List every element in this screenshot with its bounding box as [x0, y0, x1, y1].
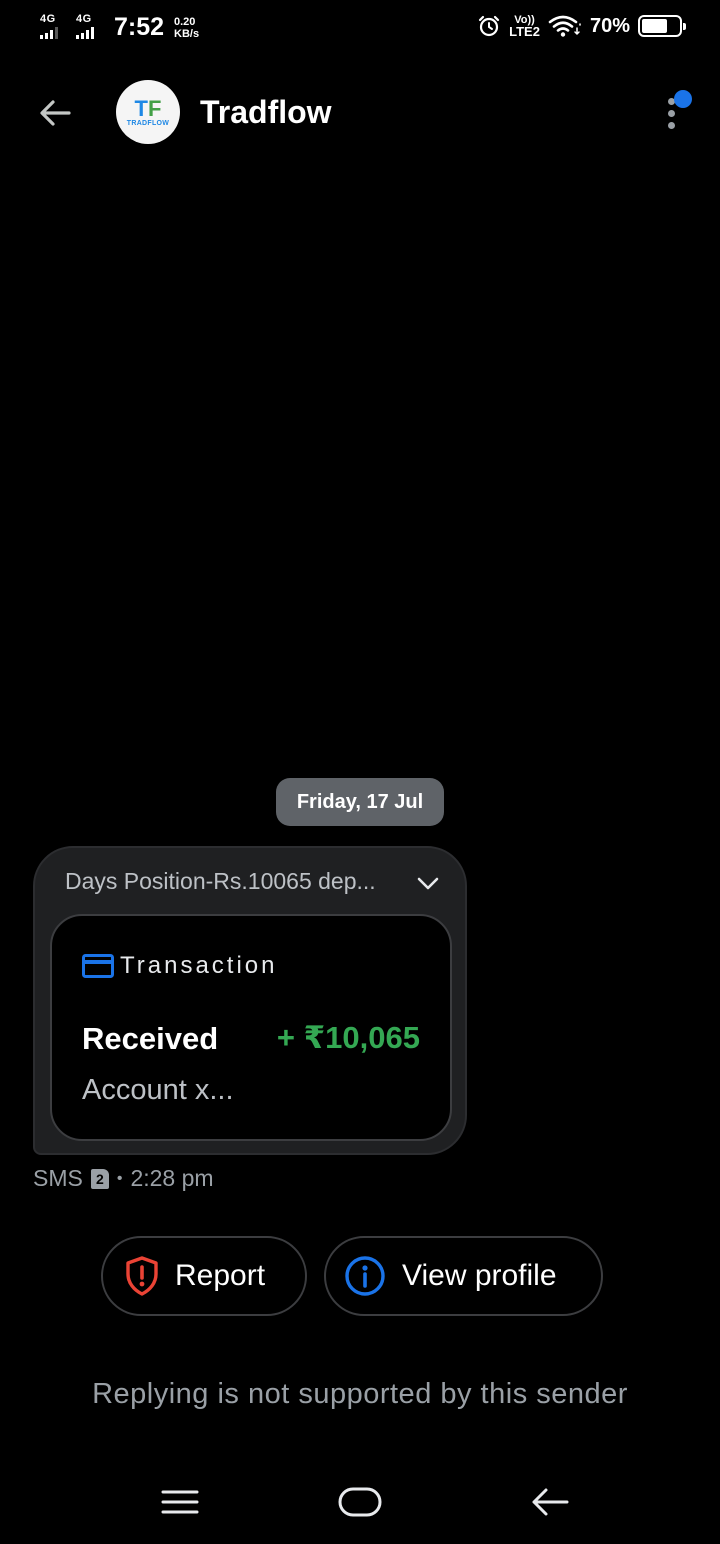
reply-unsupported-notice: Replying is not supported by this sender	[92, 1378, 628, 1410]
network-speed: 0.20 KB/s	[174, 16, 199, 40]
more-vertical-icon-dot	[668, 110, 675, 117]
speed-value: 0.20	[174, 16, 196, 28]
message-time: 2:28 pm	[130, 1165, 214, 1191]
signal-bars-icon	[40, 27, 58, 39]
card-title: Transaction	[120, 952, 278, 979]
chevron-down-icon	[417, 877, 439, 890]
transaction-amount: + ₹10,065	[276, 1020, 420, 1055]
avatar-logo-mark: TF	[134, 95, 162, 121]
view-profile-button[interactable]: View profile	[324, 1236, 603, 1316]
conversation-header: TF TRADFLOW Tradflow	[0, 74, 720, 154]
message-channel: SMS	[33, 1165, 83, 1191]
credit-card-icon	[82, 954, 114, 978]
volte-indicator: Vo)) LTE2	[509, 14, 540, 38]
avatar-logo-text: TRADFLOW	[126, 119, 170, 127]
signal-sim1: 4G	[40, 14, 58, 39]
signal-bars-icon	[76, 27, 94, 39]
notification-badge	[674, 90, 692, 108]
transaction-account: Account x...	[82, 1074, 234, 1106]
system-navigation-bar	[0, 1470, 720, 1544]
date-divider: Friday, 17 Jul	[276, 778, 444, 826]
system-back-button[interactable]	[520, 1480, 580, 1524]
battery-icon	[638, 15, 686, 37]
back-button[interactable]	[30, 90, 80, 136]
arrow-left-icon	[532, 1488, 569, 1516]
meta-separator: •	[116, 1169, 123, 1187]
contact-avatar[interactable]: TF TRADFLOW	[116, 80, 180, 144]
network-type-label: 4G	[76, 13, 92, 25]
contact-name[interactable]: Tradflow	[200, 94, 332, 131]
menu-icon	[161, 1490, 199, 1514]
view-profile-label: View profile	[402, 1259, 557, 1292]
recent-apps-button[interactable]	[150, 1480, 210, 1524]
home-button[interactable]	[330, 1480, 390, 1524]
status-time: 7:52	[114, 13, 165, 41]
messages-screen: 4G 4G 7:52 0.20 KB/s Vo)) LTE2 70% TF TR…	[0, 0, 720, 1544]
message-bubble[interactable]: Days Position-Rs.10065 dep... Transactio…	[33, 846, 467, 1155]
lte-label: LTE2	[509, 24, 540, 39]
message-summary: Days Position-Rs.10065 dep...	[65, 868, 376, 894]
report-button[interactable]: Report	[101, 1236, 307, 1316]
home-pill-icon	[338, 1487, 382, 1517]
battery-percent: 70%	[589, 14, 630, 37]
transaction-status: Received	[82, 1021, 219, 1056]
more-vertical-icon-dot	[668, 122, 675, 129]
alarm-icon	[479, 15, 500, 37]
report-label: Report	[175, 1259, 266, 1292]
status-bar: 4G 4G 7:52 0.20 KB/s Vo)) LTE2 70%	[0, 0, 720, 60]
signal-sim2: 4G	[76, 14, 94, 39]
sim-card-icon: 2	[90, 1168, 109, 1189]
status-icons: Vo)) LTE2 70%	[477, 14, 686, 38]
expand-message-button[interactable]	[413, 870, 443, 898]
network-type-label: 4G	[40, 13, 56, 25]
battery-level	[642, 19, 668, 33]
shield-alert-icon	[126, 1256, 158, 1296]
card-header: Transaction	[82, 952, 278, 980]
transaction-card[interactable]: Transaction Received + ₹10,065 Account x…	[50, 914, 452, 1141]
message-meta: SMS 2 • 2:28 pm	[33, 1165, 214, 1192]
info-icon	[345, 1256, 385, 1296]
speed-unit: KB/s	[174, 28, 200, 40]
wifi-icon	[548, 15, 581, 37]
more-options-button[interactable]	[660, 90, 692, 134]
arrow-left-icon	[40, 100, 71, 126]
